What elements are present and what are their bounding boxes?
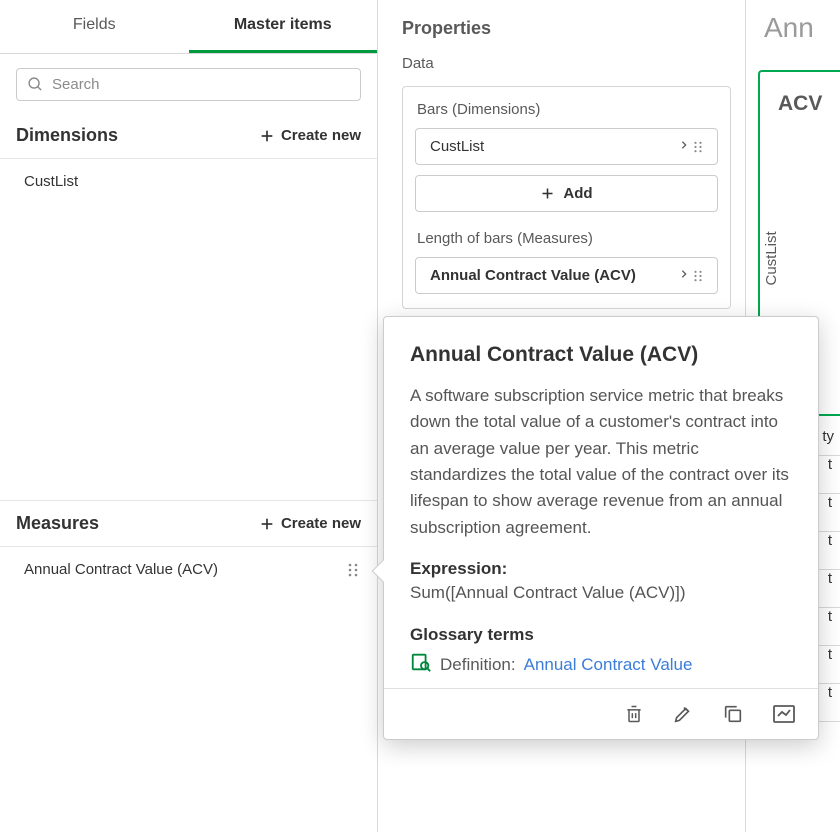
- edit-icon[interactable]: [672, 703, 694, 725]
- expression-value: Sum([Annual Contract Value (ACV)]): [410, 583, 792, 603]
- chart-icon[interactable]: [772, 703, 796, 725]
- drag-handle-icon[interactable]: [693, 139, 707, 155]
- tab-master-items[interactable]: Master items: [189, 0, 378, 53]
- length-of-bars-label: Length of bars (Measures): [415, 230, 718, 247]
- popover-description: A software subscription service metric t…: [410, 383, 792, 541]
- popover-title: Annual Contract Value (ACV): [410, 343, 792, 367]
- chevron-right-icon: [679, 267, 689, 284]
- measures-title: Measures: [16, 513, 99, 534]
- measures-header: Measures Create new: [0, 501, 377, 547]
- search-icon: [27, 76, 44, 93]
- bars-card: Bars (Dimensions) CustList Add Length of…: [402, 86, 731, 309]
- drag-handle-icon[interactable]: [347, 562, 361, 578]
- duplicate-icon[interactable]: [722, 703, 744, 725]
- create-dimension-button[interactable]: Create new: [259, 127, 361, 144]
- tabs: Fields Master items: [0, 0, 377, 54]
- search-placeholder: Search: [52, 76, 100, 93]
- chart-acv-label: ACV: [778, 92, 822, 116]
- bars-dimension-pill[interactable]: CustList: [415, 128, 718, 165]
- dimensions-header: Dimensions Create new: [0, 113, 377, 159]
- data-section-label[interactable]: Data: [378, 55, 745, 86]
- plus-icon: [259, 516, 275, 532]
- drag-handle-icon[interactable]: [693, 268, 707, 284]
- assets-panel: Fields Master items Search Dimensions Cr…: [0, 0, 378, 832]
- glossary-terms-title: Glossary terms: [410, 625, 792, 645]
- definition-label: Definition:: [440, 655, 516, 675]
- bars-dimensions-label: Bars (Dimensions): [415, 101, 718, 118]
- measure-item[interactable]: Annual Contract Value (ACV): [0, 547, 377, 592]
- dimensions-title: Dimensions: [16, 125, 118, 146]
- chart-title-partial: Ann: [764, 12, 814, 44]
- chevron-right-icon: [679, 138, 689, 155]
- dimension-item[interactable]: CustList: [0, 159, 377, 204]
- search-input[interactable]: Search: [16, 68, 361, 101]
- glossary-icon: [410, 651, 432, 678]
- glossary-link[interactable]: Annual Contract Value: [524, 655, 693, 675]
- plus-icon: [259, 128, 275, 144]
- chart-yaxis-label: CustList: [763, 232, 780, 286]
- create-measure-button[interactable]: Create new: [259, 515, 361, 532]
- tab-fields[interactable]: Fields: [0, 0, 189, 53]
- properties-title: Properties: [378, 0, 745, 55]
- measure-pill[interactable]: Annual Contract Value (ACV): [415, 257, 718, 294]
- popover-footer: [384, 688, 818, 739]
- plus-icon: [540, 186, 555, 201]
- delete-icon[interactable]: [624, 703, 644, 725]
- measure-details-popover: Annual Contract Value (ACV) A software s…: [383, 316, 819, 740]
- add-dimension-button[interactable]: Add: [415, 175, 718, 212]
- expression-label: Expression:: [410, 559, 792, 579]
